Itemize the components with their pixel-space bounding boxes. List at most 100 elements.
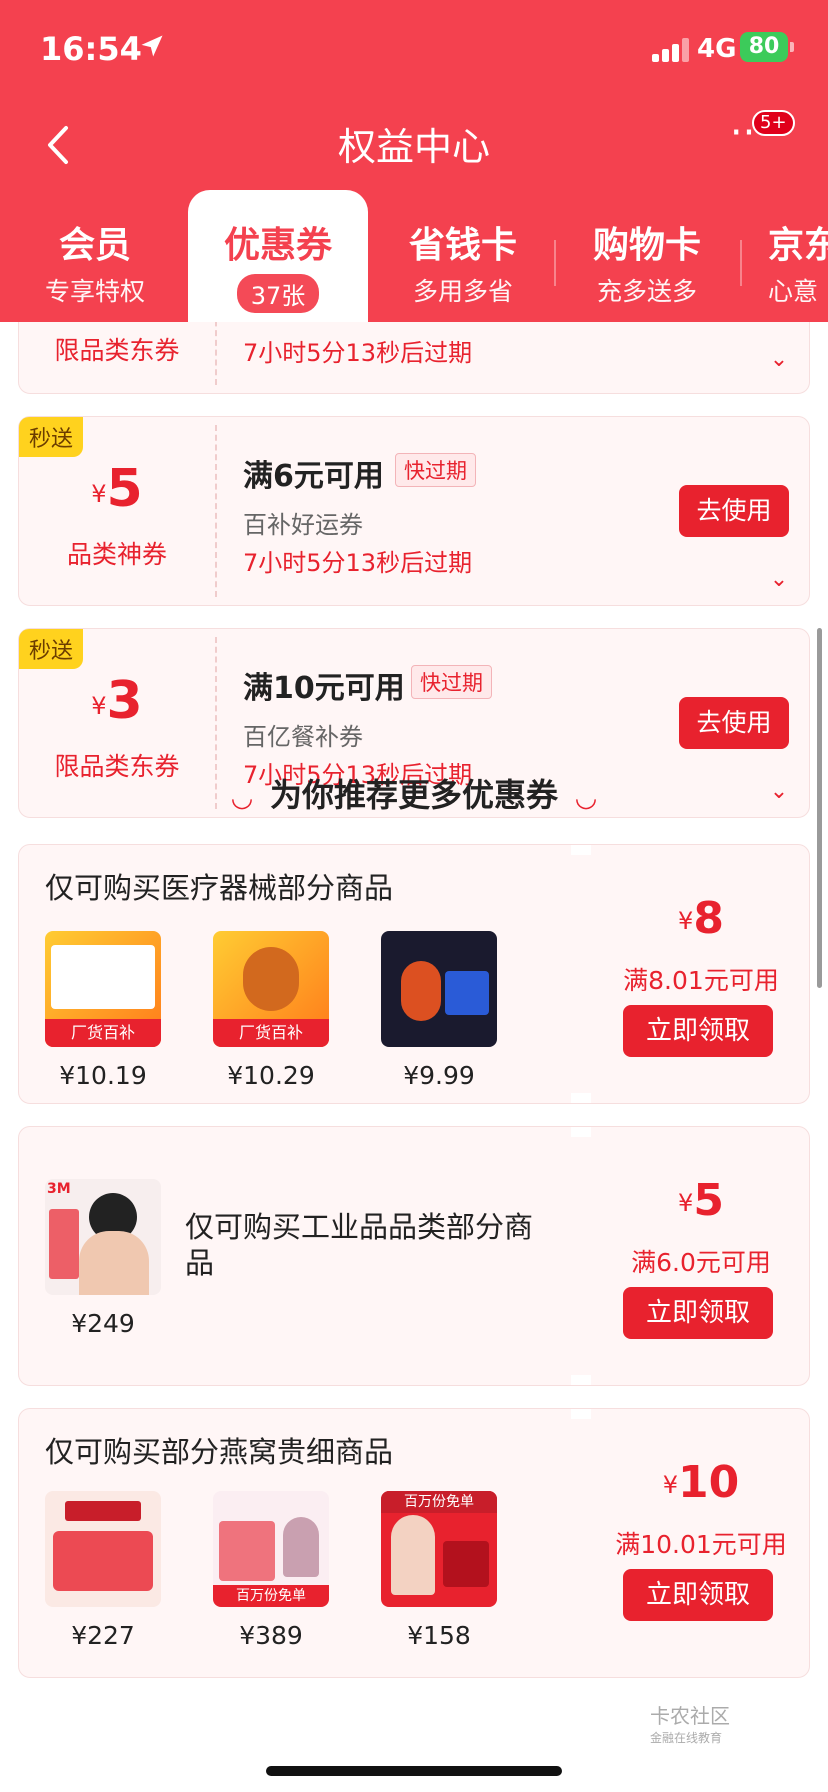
card-notch	[571, 1375, 591, 1385]
use-coupon-button[interactable]: 去使用	[679, 485, 789, 537]
product-image: 3M	[45, 1179, 161, 1295]
tab-title: 会员	[58, 225, 131, 266]
status-time: 16:54	[40, 30, 142, 68]
content-scroll[interactable]: 限品类东券 7小时5分13秒后过期 ⌄ 秒送 ¥5 品类神券 满6元可用 快过期…	[0, 322, 828, 1792]
watermark-title: 卡农社区	[650, 1704, 730, 1728]
product-item[interactable]: 百万份免单 ¥389	[213, 1491, 329, 1650]
currency-symbol: ¥	[91, 480, 107, 508]
network-type: 4G	[697, 34, 737, 64]
nav-bar: 权益中心 ··· 5+	[0, 100, 828, 190]
claim-coupon-button[interactable]: 立即领取	[623, 1287, 773, 1339]
tab-sub: 专享特权	[44, 277, 145, 306]
currency-symbol: ¥	[662, 1471, 679, 1499]
chevron-down-icon[interactable]: ⌄	[767, 567, 791, 592]
decor-smile-icon: ◡	[576, 783, 596, 813]
cellular-signal-icon	[652, 38, 690, 62]
product-price: ¥10.29	[227, 1061, 315, 1090]
tab-title: 京东	[768, 225, 828, 266]
page-title: 权益中心	[337, 125, 490, 169]
coupon-condition: 满6元可用	[243, 459, 384, 494]
coupon-condition: 满10元可用	[243, 671, 405, 706]
coupon-expire: 7小时5分13秒后过期	[243, 549, 473, 577]
coupon-amount: ¥8	[591, 893, 811, 944]
currency-symbol: ¥	[678, 907, 694, 935]
coupon-card: 秒送 ¥5 品类神券 满6元可用 快过期 百补好运券 7小时5分13秒后过期 去…	[18, 416, 810, 606]
recommend-coupon-card: 仅可购买部分燕窝贵细商品 ¥227 百万份免单 ¥389 百万份免单 ¥158	[18, 1408, 810, 1678]
watermark-sub: 金融在线教育	[650, 1731, 723, 1745]
tab-count-badge: 37张	[236, 274, 320, 313]
expiring-soon-badge: 快过期	[411, 665, 492, 699]
tab-separator	[554, 240, 556, 286]
recommend-coupon-card: 仅可购买医疗器械部分商品 厂货百补 ¥10.19 厂货百补 ¥10.29 ¥9.…	[18, 844, 810, 1104]
claim-coupon-button[interactable]: 立即领取	[623, 1005, 773, 1057]
currency-symbol: ¥	[91, 692, 107, 720]
notification-badge: 5+	[752, 110, 795, 136]
tab-member[interactable]: 会员 专享特权	[20, 190, 170, 322]
tab-sub: 多用多省	[412, 277, 513, 306]
location-arrow-icon	[141, 35, 163, 57]
home-indicator[interactable]	[266, 1766, 562, 1776]
recommend-title-text: 为你推荐更多优惠券	[269, 776, 558, 814]
product-item[interactable]: 厂货百补 ¥10.29	[213, 931, 329, 1090]
product-price: ¥227	[71, 1621, 135, 1650]
currency-symbol: ¥	[678, 1189, 694, 1217]
tab-bar: 会员 专享特权 优惠券 37张 省钱卡 多用多省 购物卡 充多送多 京东 心意	[0, 190, 828, 322]
chevron-down-icon[interactable]: ⌄	[767, 347, 791, 372]
product-image	[45, 1491, 161, 1607]
claim-coupon-button[interactable]: 立即领取	[623, 1569, 773, 1621]
product-item[interactable]: 百万份免单 ¥158	[381, 1491, 497, 1650]
tab-savings-card[interactable]: 省钱卡 多用多省	[388, 190, 538, 322]
amount-value: 10	[678, 1457, 740, 1508]
coupon-condition: 满10.01元可用	[615, 1530, 787, 1559]
product-price: ¥389	[239, 1621, 303, 1650]
product-price: ¥10.19	[59, 1061, 147, 1090]
tab-coupons[interactable]: 优惠券 37张	[188, 190, 368, 322]
card-notch	[571, 1127, 591, 1137]
coupon-condition: 满6.0元可用	[631, 1248, 771, 1277]
amount-value: 8	[693, 893, 724, 944]
coupon-divider	[215, 322, 217, 385]
battery-tip	[790, 42, 794, 52]
product-item[interactable]: 3M ¥249	[45, 1179, 161, 1338]
coupon-divider	[215, 425, 217, 597]
product-item[interactable]: ¥9.99	[381, 931, 497, 1090]
product-image	[381, 931, 497, 1047]
card-notch	[571, 845, 591, 855]
recommend-coupon-card: 3M ¥249 仅可购买工业品品类部分商品 ¥5 满6.0元可用 立即领取	[18, 1126, 810, 1386]
card-title: 仅可购买医疗器械部分商品	[45, 871, 394, 905]
card-notch	[571, 1409, 591, 1419]
tab-title: 购物卡	[592, 225, 701, 266]
coupon-card: 限品类东券 7小时5分13秒后过期 ⌄	[18, 322, 810, 394]
use-coupon-button[interactable]: 去使用	[679, 697, 789, 749]
header: 16:54 4G 80 权益中心 ··· 5+ 会员 专享特权 优惠券 37张 …	[0, 0, 828, 322]
amount-value: 5	[106, 459, 143, 519]
coupon-type: 品类神券	[66, 540, 167, 569]
product-image: 百万份免单	[381, 1491, 497, 1607]
tab-title: 省钱卡	[408, 225, 517, 266]
battery-icon: 80	[740, 32, 788, 62]
tab-jd[interactable]: 京东 心意	[756, 190, 828, 322]
tab-title: 优惠券	[223, 225, 332, 266]
tab-sub: 充多送多	[596, 277, 697, 306]
card-title: 仅可购买工业品品类部分商品	[185, 1210, 534, 1280]
watermark: 卡农社区 金融在线教育	[650, 1700, 790, 1745]
coupon-amount: ¥3	[19, 671, 215, 731]
product-label: 厂货百补	[45, 1019, 161, 1047]
amount-value: 3	[106, 671, 143, 731]
status-bar: 16:54 4G 80	[0, 0, 828, 100]
product-label: 百万份免单	[213, 1585, 329, 1607]
instant-delivery-tag: 秒送	[19, 417, 84, 457]
product-label: 厂货百补	[213, 1019, 329, 1047]
decor-smile-icon: ◡	[231, 783, 252, 813]
product-item[interactable]: 厂货百补 ¥10.19	[45, 931, 161, 1090]
tab-shopping-card[interactable]: 购物卡 充多送多	[572, 190, 722, 322]
tab-sub: 心意	[768, 277, 819, 306]
scrollbar[interactable]	[817, 628, 822, 988]
product-item[interactable]: ¥227	[45, 1491, 161, 1650]
coupon-amount: ¥10	[591, 1457, 811, 1508]
product-image: 厂货百补	[45, 931, 161, 1047]
product-label: 3M	[47, 1181, 71, 1197]
product-image: 厂货百补	[213, 931, 329, 1047]
coupon-amount: ¥5	[591, 1175, 811, 1226]
product-label: 百万份免单	[381, 1491, 497, 1513]
